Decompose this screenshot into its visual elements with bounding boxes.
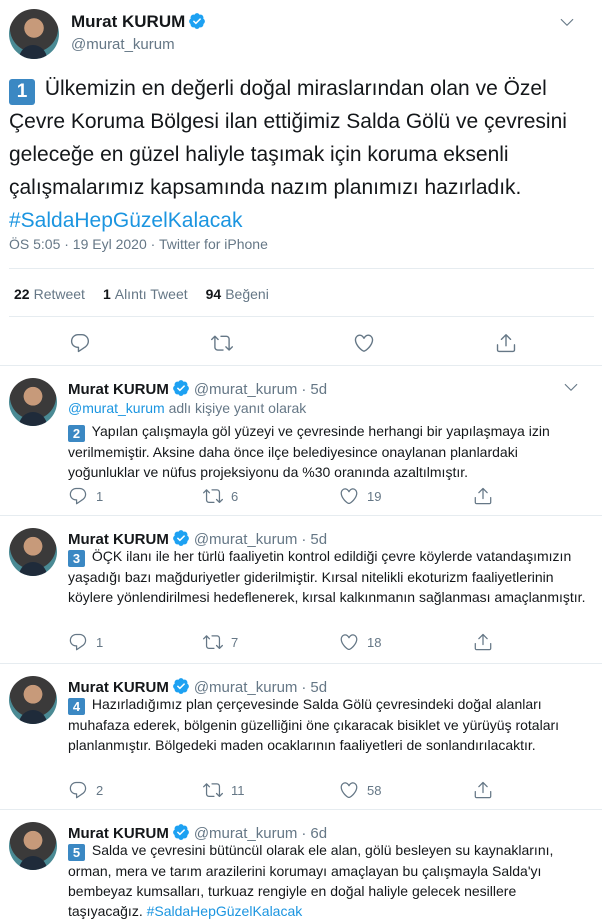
verified-icon: [172, 677, 190, 695]
author-name[interactable]: Murat KURUM: [68, 381, 169, 398]
reply-count: 2: [96, 782, 104, 798]
tweet-text: 1 Ülkemizin en değerli doğal miraslarınd…: [9, 72, 589, 237]
retweet-count: 7: [231, 634, 239, 650]
chevron-down-icon[interactable]: [562, 378, 580, 396]
share-action[interactable]: [473, 780, 493, 800]
number-badge: 4: [68, 698, 85, 715]
quote-stat[interactable]: 1 Alıntı Tweet: [103, 286, 188, 302]
share-icon: [474, 633, 492, 651]
hashtag-link[interactable]: #SaldaHepGüzelKalacak: [147, 903, 303, 919]
like-stat[interactable]: 94 Beğeni: [206, 286, 269, 302]
dot-separator: ·: [301, 381, 307, 398]
tweet-body: ÖÇK ilanı ile her türlü faaliyetin kontr…: [68, 548, 586, 605]
avatar[interactable]: [9, 676, 57, 724]
share-action[interactable]: [473, 632, 493, 652]
author-name-text[interactable]: Murat KURUM: [71, 12, 185, 31]
reply-actions: 1 7 18: [68, 632, 498, 654]
number-badge: 5: [68, 844, 85, 861]
verified-icon: [188, 12, 206, 30]
like-action[interactable]: 19: [339, 486, 381, 506]
like-count: 19: [367, 488, 382, 504]
reply-text: 2 Yapılan çalışmayla göl yüzeyi ve çevre…: [68, 421, 588, 482]
like-action[interactable]: 18: [339, 632, 381, 652]
like-icon: [340, 782, 358, 799]
retweet-action[interactable]: 6: [203, 486, 238, 506]
tweet-stats: 22 Retweet 1 Alıntı Tweet 94 Beğeni: [14, 286, 269, 302]
retweet-stat[interactable]: 22 Retweet: [14, 286, 85, 302]
author-name[interactable]: Murat KURUM: [71, 12, 206, 32]
like-icon: [340, 634, 358, 651]
avatar[interactable]: [9, 9, 59, 59]
author-handle[interactable]: @murat_kurum: [194, 381, 298, 398]
reply-icon: [69, 781, 87, 799]
tweet-time[interactable]: 5d: [310, 381, 327, 398]
reply-text: 5 Salda ve çevresini bütüncül olarak ele…: [68, 840, 588, 921]
tweet-body: Ülkemizin en değerli doğal miraslarından…: [9, 77, 567, 199]
reply-tweet[interactable]: Murat KURUM @murat_kurum · 5d 4 Hazırladığı…: [0, 664, 602, 809]
reply-text: 3 ÖÇK ilanı ile her türlü faaliyetin kon…: [68, 546, 588, 607]
share-icon: [474, 487, 492, 505]
avatar[interactable]: [9, 528, 57, 576]
reply-icon[interactable]: [69, 332, 91, 354]
tweet-body: Hazırladığımız plan çerçevesinde Salda G…: [68, 696, 560, 753]
retweet-action[interactable]: 11: [203, 780, 245, 800]
retweet-icon: [203, 489, 223, 504]
reply-action[interactable]: 2: [68, 780, 103, 800]
divider: [9, 316, 594, 317]
like-icon[interactable]: [353, 332, 375, 354]
reply-to-text: adlı kişiye yanıt olarak: [168, 400, 307, 416]
number-badge: 3: [68, 550, 85, 567]
reply-tweet[interactable]: Murat KURUM @murat_kurum · 6d 5 Salda ve çe…: [0, 810, 602, 923]
number-badge: 2: [68, 425, 85, 442]
reply-count: 1: [96, 488, 104, 504]
share-icon: [474, 781, 492, 799]
chevron-down-icon[interactable]: [558, 13, 576, 31]
reply-tweet[interactable]: Murat KURUM @murat_kurum · 5d @murat_kurum …: [0, 366, 602, 516]
like-action[interactable]: 58: [339, 780, 381, 800]
retweet-icon[interactable]: [211, 332, 233, 354]
tweet-body: Salda ve çevresini bütüncül olarak ele a…: [68, 842, 554, 919]
main-tweet-header: Murat KURUM @murat_kurum: [9, 9, 594, 59]
retweet-count: 11: [231, 782, 245, 798]
reply-text: 4 Hazırladığımız plan çerçevesinde Salda…: [68, 694, 588, 755]
like-count: 58: [367, 782, 382, 798]
reply-count: 1: [96, 634, 104, 650]
tweet-body: Yapılan çalışmayla göl yüzeyi ve çevresi…: [68, 423, 550, 480]
reply-actions: 1 6 19: [68, 486, 498, 508]
reply-header: Murat KURUM @murat_kurum · 5d: [68, 379, 327, 398]
retweet-icon: [203, 783, 223, 798]
verified-icon: [172, 529, 190, 547]
retweet-icon: [203, 635, 223, 650]
hashtag-link[interactable]: #SaldaHepGüzelKalacak: [9, 209, 242, 232]
main-tweet-actions: [9, 326, 594, 360]
like-icon: [340, 488, 358, 505]
divider: [9, 268, 594, 269]
reply-icon: [69, 487, 87, 505]
reply-action[interactable]: 1: [68, 632, 103, 652]
share-action[interactable]: [473, 486, 493, 506]
avatar[interactable]: [9, 822, 57, 870]
share-icon[interactable]: [495, 332, 517, 354]
avatar[interactable]: [9, 378, 57, 426]
retweet-action[interactable]: 7: [203, 632, 238, 652]
reply-icon: [69, 633, 87, 651]
reply-to-link[interactable]: @murat_kurum: [68, 400, 165, 416]
reply-tweet[interactable]: Murat KURUM @murat_kurum · 5d 3 ÖÇK ilanı i…: [0, 516, 602, 663]
author-handle[interactable]: @murat_kurum: [71, 36, 175, 53]
number-badge: 1: [9, 79, 35, 105]
like-count: 18: [367, 634, 382, 650]
reply-actions: 2 11 58: [68, 780, 498, 802]
verified-icon: [172, 379, 190, 397]
tweet-meta[interactable]: ÖS 5:05 · 19 Eyl 2020 · Twitter for iPho…: [9, 236, 268, 252]
reply-context: @murat_kurum adlı kişiye yanıt olarak: [68, 400, 306, 416]
retweet-count: 6: [231, 488, 239, 504]
verified-icon: [172, 823, 190, 841]
reply-action[interactable]: 1: [68, 486, 103, 506]
